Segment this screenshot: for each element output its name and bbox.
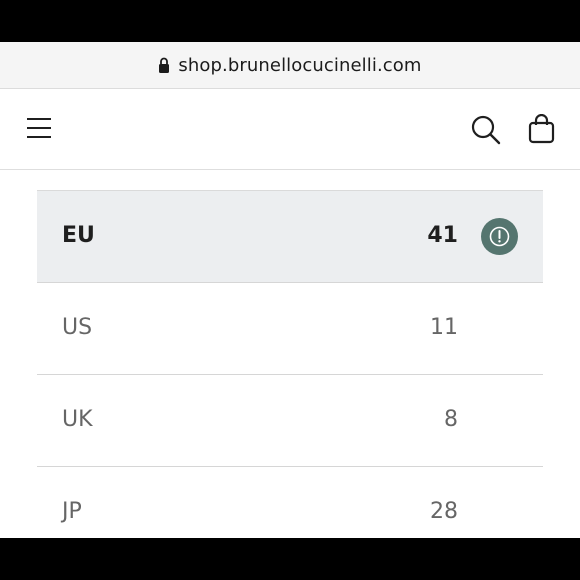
lock-icon xyxy=(159,57,170,73)
size-row-uk[interactable]: UK 8 xyxy=(37,375,543,467)
info-icon[interactable] xyxy=(481,218,518,255)
size-conversion-table: EU 41 US 11 UK 8 JP 28 xyxy=(37,190,543,538)
size-value: 41 xyxy=(427,223,458,248)
hamburger-menu-icon[interactable] xyxy=(26,117,52,139)
size-row-us[interactable]: US 11 xyxy=(37,283,543,375)
site-header xyxy=(0,89,580,170)
info-icon-glyph xyxy=(489,226,510,247)
size-system-label: US xyxy=(62,315,93,340)
size-value: 11 xyxy=(430,315,458,340)
browser-screen: shop.brunellocucinelli.com EU 41 US 11 U… xyxy=(0,42,580,538)
shopping-bag-icon[interactable] xyxy=(528,114,555,144)
address-bar[interactable]: shop.brunellocucinelli.com xyxy=(0,42,580,89)
size-row-eu[interactable]: EU 41 xyxy=(37,190,543,283)
size-system-label: JP xyxy=(62,499,82,524)
size-system-label: UK xyxy=(62,407,93,432)
size-row-jp[interactable]: JP 28 xyxy=(37,467,543,538)
size-system-label: EU xyxy=(62,223,95,248)
size-value: 8 xyxy=(444,407,458,432)
search-icon[interactable] xyxy=(471,115,501,145)
size-value: 28 xyxy=(430,499,458,524)
url-text: shop.brunellocucinelli.com xyxy=(178,54,422,76)
